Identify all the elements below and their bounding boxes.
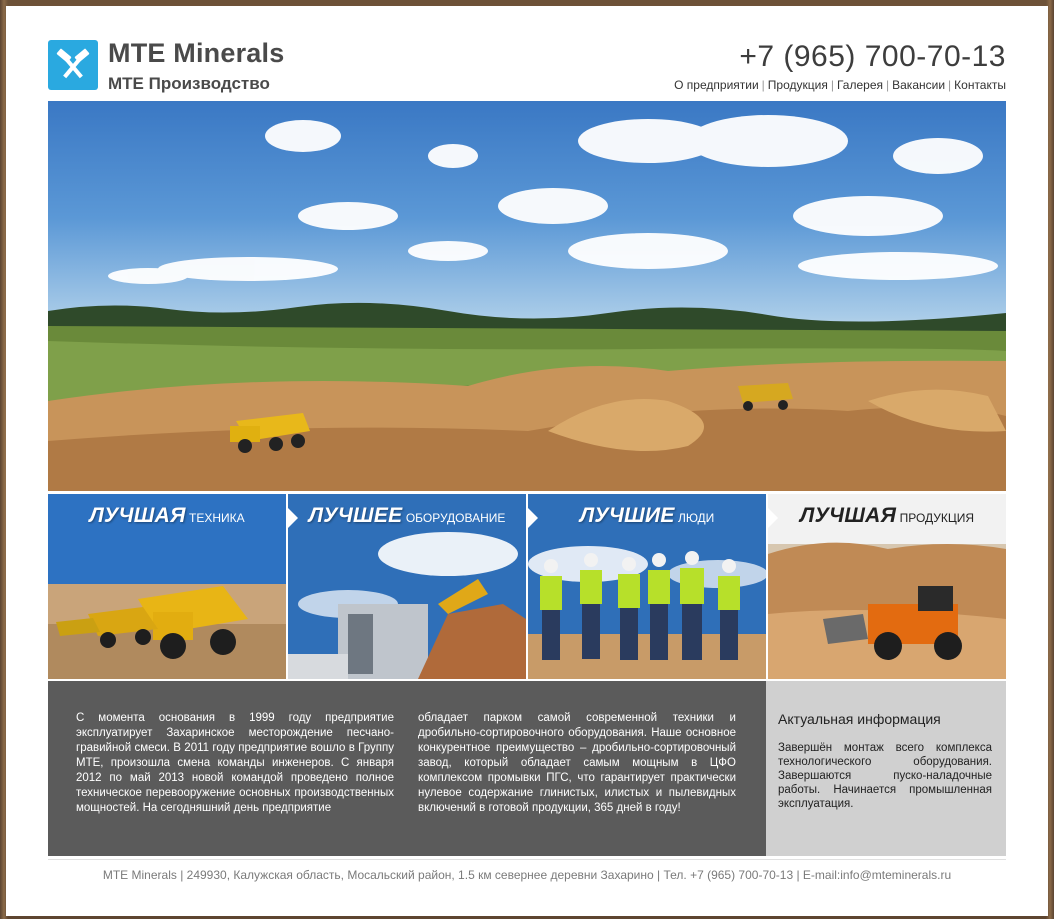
page: MTE Minerals MTE Производство +7 (965) 7… <box>6 6 1048 916</box>
tile-caption: ЛУЧШАЯ ПРОДУКЦИЯ <box>799 504 975 527</box>
nav-gallery[interactable]: Галерея <box>837 78 883 92</box>
tile-caption: ЛУЧШИЕ ЛЮДИ <box>579 504 715 527</box>
hero-image <box>48 101 1006 491</box>
about-section: С момента основания в 1999 году предприя… <box>48 681 766 856</box>
news-section: Актуальная информация Завершён монтаж вс… <box>766 681 1006 856</box>
tile-caption: ЛУЧШАЯ ТЕХНИКА <box>89 504 245 527</box>
hammers-icon <box>56 48 90 79</box>
news-text: Завершён монтаж всего комплекса технолог… <box>778 742 992 810</box>
main-nav: О предприятии | Продукция | Галерея | Вакансии… <box>674 78 1006 92</box>
footer: MTE Minerals | 249930, Калужская область… <box>48 859 1006 890</box>
tile-best-product[interactable]: ЛУЧШАЯ ПРОДУКЦИЯ <box>768 494 1006 679</box>
tile-caption: ЛУЧШЕЕ ОБОРУДОВАНИЕ <box>308 504 506 527</box>
news-title: Актуальная информация <box>778 711 941 727</box>
nav-products[interactable]: Продукция <box>768 78 828 92</box>
tile-best-machinery[interactable]: ЛУЧШАЯ ТЕХНИКА <box>48 494 286 679</box>
nav-about[interactable]: О предприятии <box>674 78 759 92</box>
tile-best-people[interactable]: ЛУЧШИЕ ЛЮДИ <box>528 494 766 679</box>
about-text-col1: С момента основания в 1999 году предприя… <box>76 712 394 814</box>
tile-best-equipment[interactable]: ЛУЧШЕЕ ОБОРУДОВАНИЕ <box>288 494 526 679</box>
phone-number: +7 (965) 700-70-13 <box>739 40 1006 73</box>
nav-vacancies[interactable]: Вакансии <box>892 78 945 92</box>
feature-tiles: ЛУЧШАЯ ТЕХНИКА ЛУЧШЕЕ ОБОРУДОВАНИЕ ЛУЧШИ… <box>48 494 1006 679</box>
about-text-col2: обладает парком самой современной техник… <box>418 712 736 814</box>
nav-contacts[interactable]: Контакты <box>954 78 1006 92</box>
brand-name[interactable]: MTE Minerals <box>108 38 284 69</box>
logo[interactable] <box>48 40 98 90</box>
brand-subtitle: MTE Производство <box>108 74 270 93</box>
